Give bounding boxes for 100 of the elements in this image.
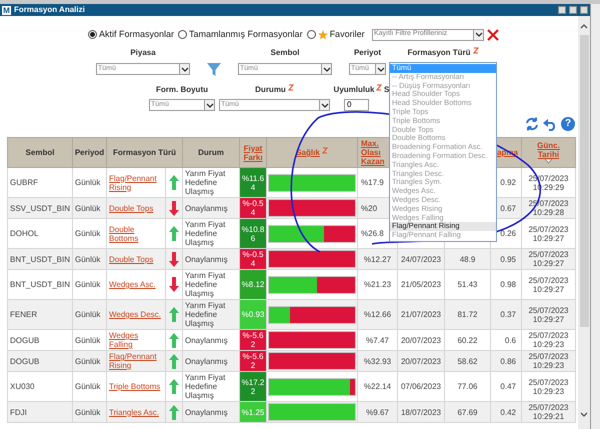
status-cell: Yarım Fiyat Hedefine Ulaşmış [185,271,226,298]
value-cell: 81.72 [457,310,478,319]
sort-icon[interactable] [288,84,294,90]
scroll-up-icon[interactable] [580,24,588,29]
deviation-cell: 0.67 [500,204,516,212]
caret-icon [322,66,330,72]
undo-icon[interactable] [543,117,557,131]
date-cell: 21/07/2023 [400,310,442,319]
radio-label: Tamamlanmış Formasyonlar [189,28,303,41]
max-gain-cell: %7.47 [366,336,389,344]
sort-icon[interactable] [322,146,328,154]
status-cell: Yarım Fiyat Hedefine Ulaşmış [185,169,226,196]
date-cell: 18/07/2023 [400,408,442,416]
price-difference-cell: %8.12 [240,270,266,300]
max-gain-cell: %17.9 [361,178,384,187]
radio-button[interactable] [178,30,188,39]
radio-label: Aktif Formasyonlar [99,28,174,41]
filter-label: Sembol [270,46,300,58]
filter-label: Piyasa [130,46,156,58]
column-header: Periyod [74,148,104,157]
symbol-cell: DOHOL [10,229,38,238]
deviation-cell: 0.86 [500,356,516,366]
value-cell: 60.22 [457,336,478,344]
deviation-cell: 0.42 [500,408,516,416]
updated-time-cell: 25/07/2023 10:29:27 [528,224,569,242]
price-difference-cell: %-5.62 [240,330,266,350]
max-gain-cell: %22.14 [364,382,392,391]
date-cell: 20/07/2023 [400,356,442,366]
period-cell: Günlük [75,382,100,391]
filter-icon[interactable] [207,62,221,76]
caret-icon [320,102,328,108]
scrollbar[interactable] [578,16,590,429]
filter-label: Durumu [255,84,286,96]
period-cell: Günlük [75,254,100,264]
period-cell: Günlük [75,356,100,366]
date-cell: 21/05/2023 [400,280,442,289]
deviation-cell: 0.95 [500,254,516,264]
price-difference-cell: %17.22 [240,372,266,402]
updated-time-cell: 25/07/2023 10:29:27 [528,276,569,294]
price-difference-cell: %0.93 [240,300,266,330]
status-cell: Onaylanmış [185,336,228,344]
status-cell: Yarım Fiyat Hedefine Ulaşmış [185,301,226,328]
updated-time-cell: 25/07/2023 10:29:23 [528,378,569,396]
period-cell: Günlük [75,229,100,238]
caret-icon [206,102,214,108]
updated-time-cell: 25/07/2023 10:29:23 [528,331,569,349]
column-header: Sembol [26,148,54,157]
symbol-cell: FDJI [10,408,27,416]
symbol-cell: XU030 [10,382,34,391]
window-title: Formasyon Analizi [14,4,86,16]
formation-type-dropdown-menu[interactable] [389,62,497,242]
price-difference-cell: %-5.62 [240,350,266,372]
sort-icon[interactable] [376,84,382,90]
max-gain-cell: %9.67 [366,408,389,416]
price-difference-cell: %11.64 [240,168,266,198]
max-gain-cell: %20 [361,204,378,212]
value-cell: 58.62 [457,356,478,366]
sort-icon[interactable] [472,46,479,54]
value-cell: 67.69 [457,408,478,416]
deviation-cell: 0.98 [500,280,516,289]
max-gain-cell: %21.23 [364,280,392,289]
status-cell: Onaylanmış [185,254,228,264]
price-difference-cell: %-0.54 [240,198,266,218]
period-cell: Günlük [75,204,100,212]
radio-button[interactable] [306,30,316,39]
date-cell: 24/07/2023 [400,254,442,264]
date-cell: 20/07/2023 [400,336,442,344]
max-gain-cell: %26.8 [361,229,384,238]
price-difference-cell: %-0.54 [240,248,266,270]
updated-time-cell: 25/07/2023 10:29:21 [528,403,569,421]
deviation-cell: 0.26 [500,229,516,238]
filter-label: Uyumluluk [334,84,374,96]
max-gain-cell: %32.93 [364,356,392,366]
column-header: Durum [198,148,224,157]
scroll-down-icon[interactable] [580,412,588,417]
updated-time-cell: 25/07/2023 10:29:23 [528,352,569,370]
caret-icon [376,66,384,72]
sort-down-icon[interactable] [545,159,552,164]
radio-button[interactable] [88,30,97,39]
symbol-cell: DOGUB [10,336,40,344]
status-cell: Onaylanmış [185,356,228,366]
date-cell: 07/06/2023 [400,382,442,391]
updated-time-cell: 25/07/2023 10:29:27 [528,306,569,324]
star-icon [318,30,328,40]
filter-label: Form. Boyutu [156,84,208,96]
deviation-cell: 0.92 [500,178,516,187]
scrollbar-thumb[interactable] [580,35,588,327]
caret-icon [180,66,188,72]
status-cell: Yarım Fiyat Hedefine Ulaşmış [185,220,226,247]
filter-label: S [384,84,390,96]
status-cell: Onaylanmış [185,204,228,212]
close-icon[interactable] [487,28,499,40]
symbol-cell: DOGUB [10,356,40,366]
column-header: Formasyon Türü [112,148,176,157]
status-cell: Onaylanmış [185,408,228,416]
refresh-icon[interactable] [525,117,539,131]
number-input[interactable]: 0 [344,99,369,111]
updated-time-cell: 25/07/2023 10:29:27 [528,250,569,268]
help-button[interactable]: ? [561,117,575,131]
value-cell: 51.43 [457,280,478,289]
